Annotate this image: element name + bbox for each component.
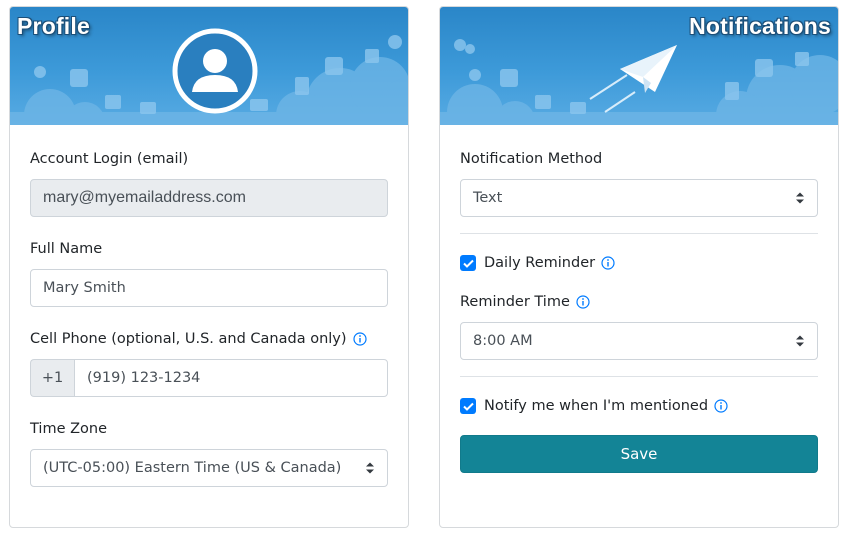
cell-phone-input[interactable]: (919) 123-1234 [74,359,388,397]
notification-method-value: Text [473,190,503,206]
paper-plane-icon [589,45,677,113]
divider [460,233,818,234]
select-caret-icon [366,462,374,474]
info-icon[interactable] [352,332,367,346]
cell-phone-label-row: Cell Phone (optional, U.S. and Canada on… [30,329,388,349]
full-name-input[interactable]: Mary Smith [30,269,388,307]
account-login-value: mary@myemailaddress.com [43,189,246,206]
profile-banner: Profile [10,7,408,125]
reminder-time-select[interactable]: 8:00 AM [460,322,818,360]
full-name-value: Mary Smith [43,280,126,296]
notification-method-select[interactable]: Text [460,179,818,217]
cell-phone-label: Cell Phone (optional, U.S. and Canada on… [30,331,347,347]
user-avatar-icon [172,28,258,114]
account-login-field: mary@myemailaddress.com [30,179,388,217]
notifications-card: Notifications Notification Method Text D… [439,6,839,528]
notifications-title: Notifications [689,13,831,39]
notifications-banner: Notifications [440,7,838,125]
select-caret-icon [796,335,804,347]
daily-reminder-row: Daily Reminder [460,252,818,274]
reminder-time-label-row: Reminder Time [460,292,818,312]
info-icon[interactable] [576,295,590,309]
account-login-label: Account Login (email) [30,151,189,167]
divider [460,376,818,377]
notify-mentioned-row: Notify me when I'm mentioned [460,395,818,417]
country-code-prefix: +1 [30,359,74,397]
save-button[interactable]: Save [460,435,818,473]
daily-reminder-label: Daily Reminder [484,255,596,271]
reminder-time-label: Reminder Time [460,294,570,310]
daily-reminder-checkbox[interactable] [460,255,476,271]
check-icon [462,259,474,268]
full-name-label: Full Name [30,241,103,257]
select-caret-icon [796,192,804,204]
notify-mentioned-label: Notify me when I'm mentioned [484,398,709,414]
reminder-time-value: 8:00 AM [473,333,533,349]
cell-phone-value: (919) 123-1234 [87,370,201,386]
check-icon [462,402,474,411]
notify-mentioned-checkbox[interactable] [460,398,476,414]
time-zone-label: Time Zone [30,421,108,437]
profile-card: Profile Account Login (email) mary@myema… [9,6,409,528]
info-icon[interactable] [601,256,615,270]
profile-title: Profile [17,13,90,39]
notification-method-label: Notification Method [460,151,603,167]
time-zone-select[interactable]: (UTC-05:00) Eastern Time (US & Canada) [30,449,388,487]
cell-phone-group: +1 (919) 123-1234 [30,359,388,397]
time-zone-value: (UTC-05:00) Eastern Time (US & Canada) [43,460,342,476]
info-icon[interactable] [714,399,728,413]
